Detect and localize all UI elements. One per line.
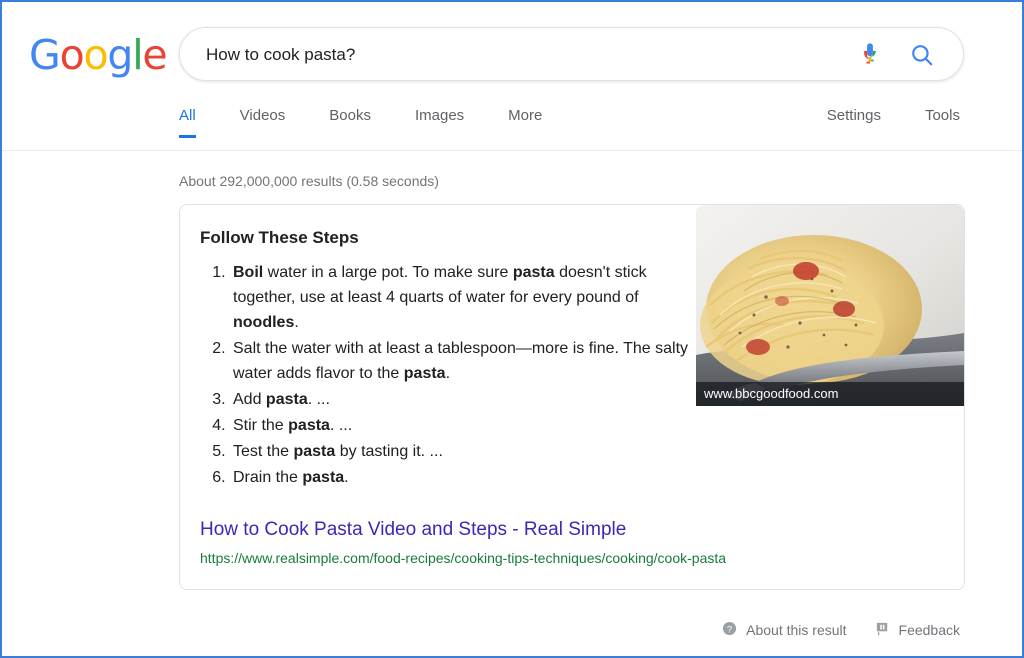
result-title-link[interactable]: How to Cook Pasta Video and Steps - Real… xyxy=(200,518,626,542)
result-stats: About 292,000,000 results (0.58 seconds) xyxy=(179,173,439,189)
search-header: Google All Videos Books xyxy=(2,2,1022,151)
about-this-result-button[interactable]: ? About this result xyxy=(722,621,847,639)
browser-viewport: Google All Videos Books xyxy=(0,0,1024,658)
search-box[interactable] xyxy=(179,27,964,82)
about-this-result-label: About this result xyxy=(746,622,847,638)
tab-all[interactable]: All xyxy=(179,107,196,138)
tab-videos[interactable]: Videos xyxy=(240,107,286,138)
search-tools-nav: Settings Tools xyxy=(783,107,960,138)
plate-of-spaghetti-photo xyxy=(696,205,964,406)
feedback-flag-icon xyxy=(875,621,890,639)
result-link-block: How to Cook Pasta Video and Steps - Real… xyxy=(200,518,944,567)
step-item: Stir the pasta. ... xyxy=(230,413,700,438)
step-item: Salt the water with at least a tablespoo… xyxy=(230,336,700,386)
step-item: Test the pasta by tasting it. ... xyxy=(230,439,700,464)
tab-images[interactable]: Images xyxy=(415,107,464,138)
snippet-footer: ? About this result Feedback xyxy=(722,621,960,639)
help-circle-icon: ? xyxy=(722,621,737,639)
thumbnail-source-caption: www.bbcgoodfood.com xyxy=(696,382,964,406)
tab-more[interactable]: More xyxy=(508,107,542,138)
steps-list: Boil water in a large pot. To make sure … xyxy=(200,260,700,490)
tab-books[interactable]: Books xyxy=(329,107,371,138)
search-tabs: All Videos Books Images More xyxy=(179,107,586,138)
step-item: Drain the pasta. xyxy=(230,465,700,490)
featured-snippet-card: Follow These Steps Boil water in a large… xyxy=(179,204,965,590)
settings-button[interactable]: Settings xyxy=(827,107,881,138)
feedback-label: Feedback xyxy=(898,622,960,638)
result-url: https://www.realsimple.com/food-recipes/… xyxy=(200,550,727,566)
tools-button[interactable]: Tools xyxy=(925,107,960,138)
magnifier-icon[interactable] xyxy=(909,42,935,68)
step-item: Add pasta. ... xyxy=(230,387,700,412)
svg-text:?: ? xyxy=(727,624,732,634)
step-item: Boil water in a large pot. To make sure … xyxy=(230,260,700,335)
search-input[interactable] xyxy=(204,28,848,82)
microphone-icon[interactable] xyxy=(857,41,883,69)
results-area: About 292,000,000 results (0.58 seconds)… xyxy=(2,151,1022,590)
feedback-button[interactable]: Feedback xyxy=(875,621,960,639)
google-logo[interactable]: Google xyxy=(29,32,168,78)
snippet-thumbnail[interactable]: www.bbcgoodfood.com xyxy=(696,205,964,406)
